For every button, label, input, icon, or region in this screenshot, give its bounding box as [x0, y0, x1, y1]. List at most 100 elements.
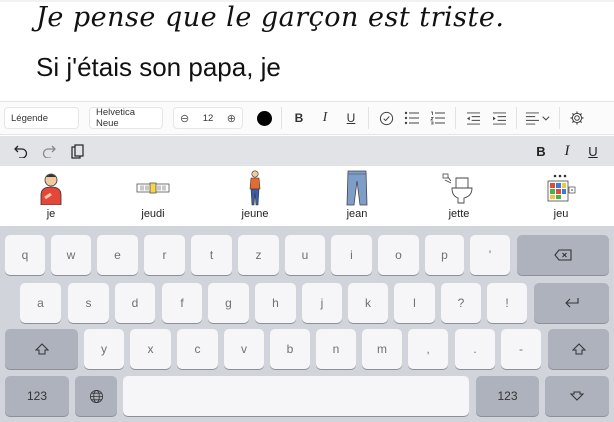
key-exclamation-mark[interactable]: !: [487, 283, 527, 323]
board-game-icon: [541, 170, 581, 206]
prediction-jeudi[interactable]: jeudi: [102, 166, 204, 226]
symbol-prediction-bar: je jeudi jeune jean jette jeu: [0, 166, 614, 226]
document-line-2[interactable]: Si j'étais son papa, je: [36, 52, 281, 83]
person-pointing-self-icon: [31, 170, 71, 206]
prediction-label: jeu: [553, 208, 569, 220]
key-i[interactable]: i: [331, 235, 372, 275]
key-b[interactable]: b: [270, 329, 310, 369]
decrease-size-icon[interactable]: ⊖: [180, 112, 189, 125]
key-a[interactable]: a: [20, 283, 61, 323]
globe-key[interactable]: [75, 376, 117, 416]
key-apostrophe[interactable]: ': [470, 235, 510, 275]
key-p[interactable]: p: [425, 235, 464, 275]
key-v[interactable]: v: [224, 329, 264, 369]
shortcut-italic-button[interactable]: I: [554, 136, 580, 166]
paste-icon[interactable]: [66, 136, 88, 166]
text-color-button[interactable]: [251, 105, 277, 131]
undo-icon[interactable]: [10, 136, 32, 166]
font-size-value: 12: [202, 112, 214, 124]
jeans-icon: [337, 170, 377, 206]
document-area[interactable]: Je pense que le garçon est triste. Si j'…: [0, 0, 614, 100]
onscreen-keyboard: q w e r t z u i o p ' a s d f g h j k l …: [0, 226, 614, 422]
shift-left-key[interactable]: [5, 329, 78, 369]
toolbar-divider: [516, 107, 517, 129]
increase-size-icon[interactable]: ⊕: [227, 112, 236, 125]
numbers-right-key[interactable]: 123: [476, 376, 539, 416]
prediction-label: jeudi: [141, 208, 165, 220]
prediction-label: jean: [346, 208, 368, 220]
toolbar-divider: [455, 107, 456, 129]
key-g[interactable]: g: [208, 283, 249, 323]
backspace-icon: [554, 249, 572, 261]
key-u[interactable]: u: [285, 235, 325, 275]
underline-button[interactable]: U: [338, 105, 364, 131]
key-k[interactable]: k: [348, 283, 388, 323]
dismiss-keyboard-key[interactable]: [545, 376, 609, 416]
prediction-je[interactable]: je: [0, 166, 102, 226]
key-e[interactable]: e: [97, 235, 138, 275]
key-j[interactable]: j: [302, 283, 342, 323]
shortcut-underline-button[interactable]: U: [580, 136, 606, 166]
numbered-list-icon[interactable]: [425, 105, 451, 131]
prediction-label: je: [46, 208, 56, 220]
key-h[interactable]: h: [255, 283, 296, 323]
indent-icon[interactable]: [486, 105, 512, 131]
keyboard-dismiss-icon: [570, 391, 584, 401]
key-comma[interactable]: ,: [408, 329, 448, 369]
prediction-label: jette: [448, 208, 470, 220]
key-c[interactable]: c: [177, 329, 218, 369]
color-swatch-icon: [256, 110, 272, 126]
key-s[interactable]: s: [68, 283, 109, 323]
redo-icon[interactable]: [38, 136, 60, 166]
italic-button[interactable]: I: [312, 105, 338, 131]
key-z[interactable]: z: [238, 235, 279, 275]
font-size-stepper[interactable]: ⊖ 12 ⊕: [173, 107, 243, 129]
backspace-key[interactable]: [517, 235, 609, 275]
key-o[interactable]: o: [378, 235, 419, 275]
globe-icon: [89, 389, 103, 403]
throw-in-toilet-icon: [439, 170, 479, 206]
key-t[interactable]: t: [191, 235, 232, 275]
key-y[interactable]: y: [84, 329, 124, 369]
key-q[interactable]: q: [5, 235, 45, 275]
space-bar[interactable]: [123, 376, 469, 416]
prediction-jeune[interactable]: jeune: [204, 166, 306, 226]
font-family-value: Helvetica Neue: [96, 107, 136, 129]
return-key[interactable]: [534, 283, 609, 323]
prediction-label: jeune: [241, 208, 269, 220]
key-r[interactable]: r: [144, 235, 185, 275]
shortcut-bold-button[interactable]: B: [528, 136, 554, 166]
numbers-left-key[interactable]: 123: [5, 376, 69, 416]
key-period[interactable]: .: [455, 329, 495, 369]
toolbar-divider: [281, 107, 282, 129]
format-toolbar: Légende Helvetica Neue ⊖ 12 ⊕ B I U: [0, 101, 614, 135]
key-n[interactable]: n: [316, 329, 356, 369]
prediction-jean[interactable]: jean: [306, 166, 408, 226]
key-hyphen[interactable]: -: [501, 329, 541, 369]
key-f[interactable]: f: [162, 283, 202, 323]
paragraph-style-value: Légende: [11, 112, 48, 124]
key-l[interactable]: l: [394, 283, 435, 323]
shortcut-bar: B I U: [0, 136, 614, 166]
document-line-1[interactable]: Je pense que le garçon est triste.: [36, 2, 504, 33]
check-circle-icon[interactable]: [373, 105, 399, 131]
shift-right-key[interactable]: [548, 329, 609, 369]
bold-button[interactable]: B: [286, 105, 312, 131]
key-x[interactable]: x: [130, 329, 171, 369]
prediction-jeu[interactable]: jeu: [510, 166, 612, 226]
font-family-select[interactable]: Helvetica Neue: [89, 107, 163, 129]
shift-icon: [34, 343, 49, 355]
key-d[interactable]: d: [115, 283, 155, 323]
key-w[interactable]: w: [51, 235, 91, 275]
paragraph-style-select[interactable]: Légende: [4, 107, 79, 129]
bullet-list-icon[interactable]: [399, 105, 425, 131]
alignment-dropdown[interactable]: [521, 105, 555, 131]
key-m[interactable]: m: [362, 329, 402, 369]
young-man-icon: [235, 170, 275, 206]
outdent-icon[interactable]: [460, 105, 486, 131]
toolbar-divider: [368, 107, 369, 129]
gear-icon[interactable]: [564, 105, 590, 131]
prediction-jette[interactable]: jette: [408, 166, 510, 226]
shift-icon: [571, 343, 586, 355]
key-question-mark[interactable]: ?: [441, 283, 481, 323]
